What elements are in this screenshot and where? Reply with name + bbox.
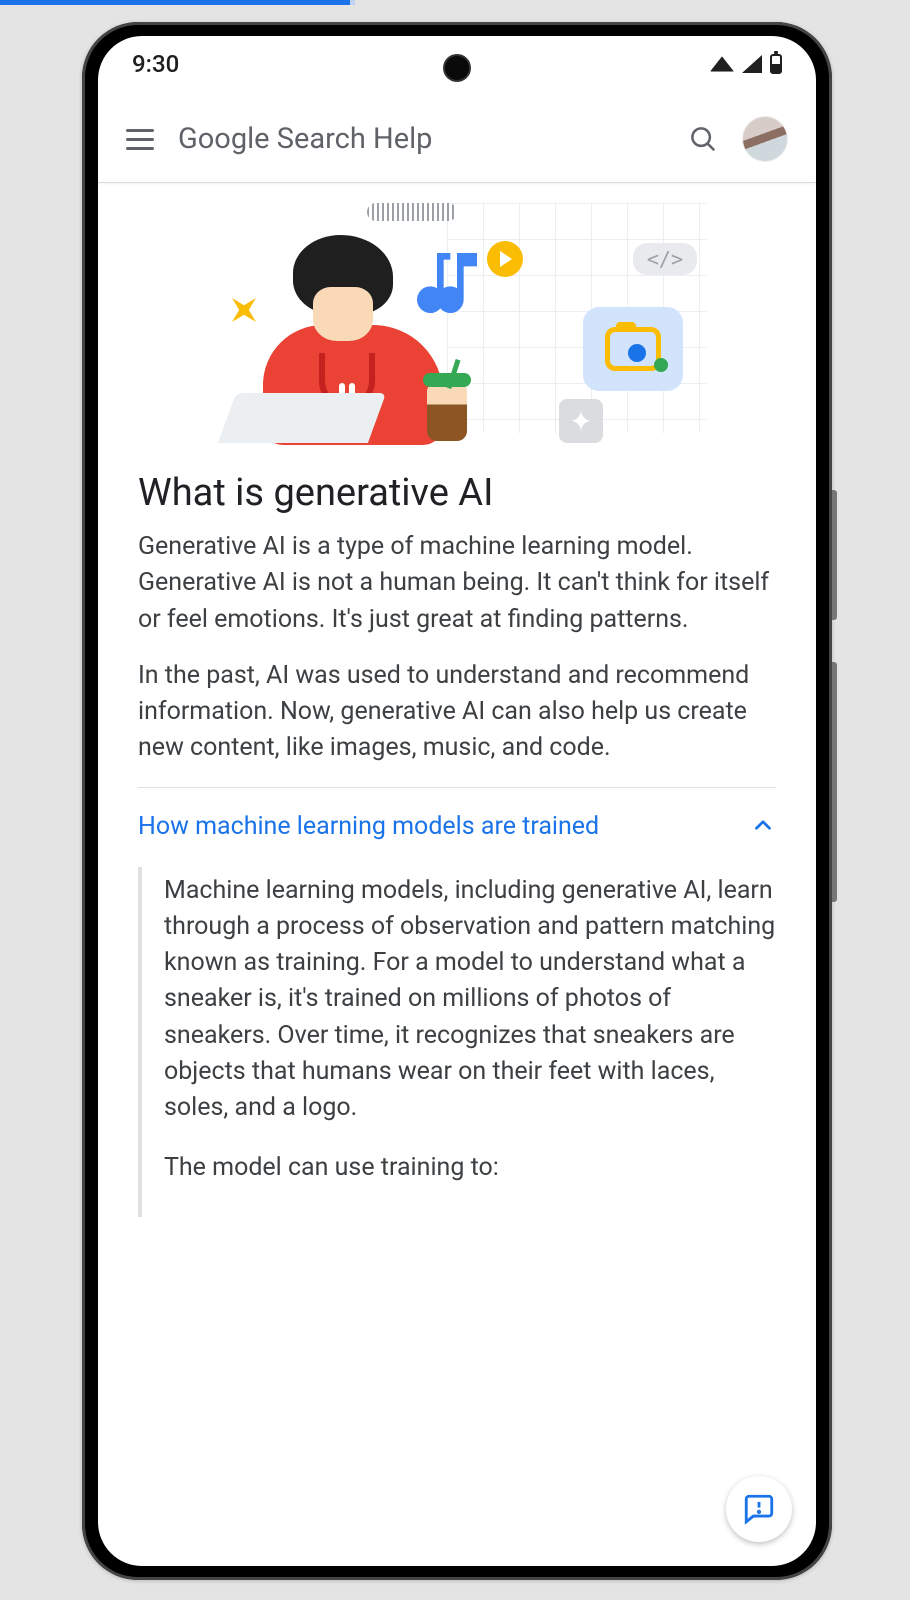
account-avatar[interactable] bbox=[742, 116, 788, 162]
search-button[interactable] bbox=[688, 124, 718, 154]
feedback-icon bbox=[742, 1492, 776, 1526]
article-paragraph: Generative AI is a type of machine learn… bbox=[138, 529, 776, 638]
wifi-icon bbox=[710, 56, 734, 71]
article-content[interactable]: </> What is generative AI Generative AI … bbox=[98, 183, 816, 1566]
device-side-button bbox=[832, 490, 837, 620]
status-time: 9:30 bbox=[132, 50, 179, 78]
app-header: Google Search Help bbox=[98, 92, 816, 183]
accordion-header[interactable]: How machine learning models are trained bbox=[138, 804, 776, 859]
accordion-paragraph: Machine learning models, including gener… bbox=[164, 873, 776, 1127]
sparkle-chip-icon bbox=[559, 399, 603, 443]
device-frame: 9:30 Google Search Help </> bbox=[82, 22, 832, 1580]
menu-button[interactable] bbox=[126, 129, 154, 150]
hero-illustration: </> bbox=[227, 203, 687, 453]
accordion-paragraph: The model can use training to: bbox=[164, 1150, 776, 1186]
app-title: Google Search Help bbox=[178, 122, 664, 156]
feedback-button[interactable] bbox=[726, 1476, 792, 1542]
accordion-body: Machine learning models, including gener… bbox=[138, 867, 776, 1217]
audio-chip-icon bbox=[367, 203, 457, 221]
battery-icon bbox=[770, 54, 782, 74]
signal-icon bbox=[742, 55, 762, 73]
camera-cutout bbox=[443, 54, 471, 82]
divider bbox=[138, 787, 776, 788]
article-title: What is generative AI bbox=[138, 471, 776, 515]
device-side-button bbox=[832, 662, 837, 902]
camera-icon bbox=[583, 307, 683, 391]
boba-icon bbox=[427, 385, 467, 441]
screen: 9:30 Google Search Help </> bbox=[98, 36, 816, 1566]
chevron-up-icon bbox=[750, 812, 776, 842]
search-icon bbox=[688, 124, 718, 154]
accordion-title: How machine learning models are trained bbox=[138, 812, 599, 841]
article-paragraph: In the past, AI was used to understand a… bbox=[138, 658, 776, 767]
music-note-icon bbox=[417, 243, 497, 327]
code-chip-icon: </> bbox=[633, 243, 697, 275]
page-loading-bar bbox=[0, 0, 350, 5]
sparkle-icon bbox=[220, 286, 268, 334]
